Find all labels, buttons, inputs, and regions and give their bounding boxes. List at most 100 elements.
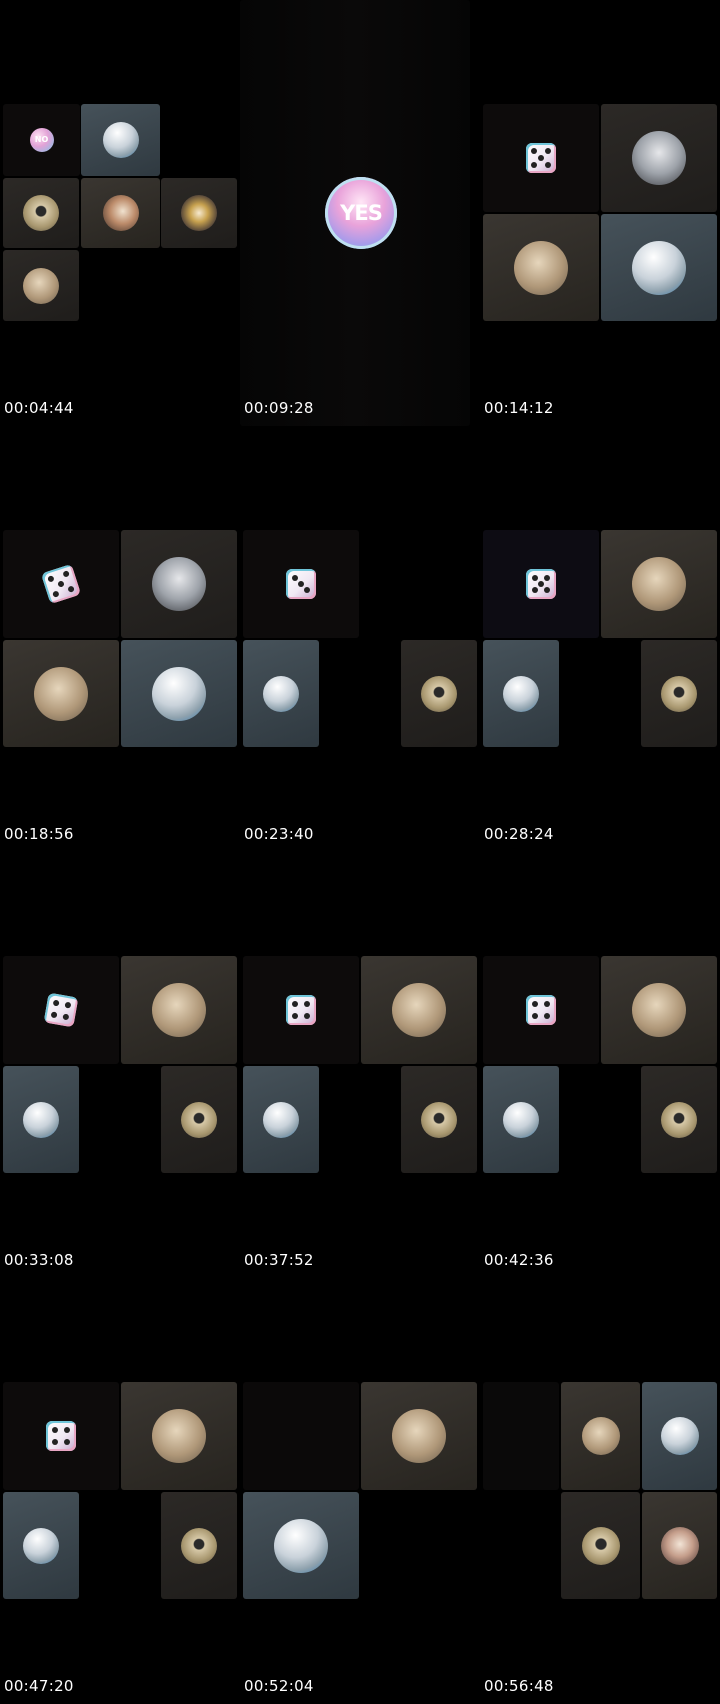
timestamp: 00:09:28	[244, 399, 314, 417]
frame-8	[240, 852, 480, 1278]
participant-avatar	[23, 1101, 59, 1138]
timestamp: 00:23:40	[244, 825, 314, 843]
video-tile	[642, 1492, 717, 1599]
frame-6	[480, 426, 720, 852]
frame-9	[480, 852, 720, 1278]
frame-10	[0, 1278, 240, 1704]
timestamp: 00:52:04	[244, 1677, 314, 1695]
participant-avatar	[581, 1526, 620, 1565]
no-badge-icon: NO	[29, 128, 54, 152]
video-tile	[243, 1382, 359, 1490]
frame-12	[480, 1278, 720, 1704]
video-tile	[483, 956, 599, 1064]
participant-avatar	[152, 666, 206, 721]
video-tile	[361, 956, 477, 1064]
dice-icon	[286, 569, 316, 599]
video-tile	[243, 1492, 359, 1599]
video-tile	[483, 104, 599, 212]
video-tile	[161, 1492, 237, 1599]
participant-avatar	[661, 1101, 697, 1138]
dice-icon	[526, 995, 556, 1025]
timestamp: 00:33:08	[4, 1251, 74, 1269]
participant-avatar	[263, 675, 299, 712]
participant-avatar	[152, 983, 206, 1037]
dice-icon	[286, 995, 316, 1025]
timestamp: 00:42:36	[484, 1251, 554, 1269]
video-tile	[243, 1066, 319, 1173]
video-tile	[243, 640, 319, 747]
video-tile	[161, 178, 237, 248]
video-tile	[601, 214, 717, 321]
participant-avatar	[274, 1518, 328, 1573]
participant-avatar	[581, 1417, 620, 1455]
timestamp: 00:18:56	[4, 825, 74, 843]
dice-icon	[46, 1421, 76, 1451]
participant-avatar	[23, 195, 59, 231]
participant-avatar	[152, 557, 206, 611]
video-tile	[3, 530, 119, 638]
participant-avatar	[102, 122, 139, 158]
video-tile	[81, 104, 160, 176]
frame-3	[480, 0, 720, 426]
participant-avatar	[152, 1409, 206, 1463]
dice-icon	[526, 143, 556, 173]
timestamp: 00:37:52	[244, 1251, 314, 1269]
video-tile	[561, 1382, 640, 1490]
participant-avatar	[263, 1101, 299, 1138]
dice-icon	[43, 992, 79, 1028]
participant-avatar	[632, 557, 686, 611]
frame-7	[0, 852, 240, 1278]
participant-avatar	[23, 267, 59, 304]
video-tile	[601, 104, 717, 212]
video-tile	[483, 1066, 559, 1173]
video-tile	[121, 956, 237, 1064]
dice-icon	[40, 563, 82, 605]
video-tile	[641, 1066, 717, 1173]
frame-11	[240, 1278, 480, 1704]
video-tile	[3, 1382, 119, 1490]
participant-avatar	[181, 1527, 217, 1564]
video-tile	[401, 640, 477, 747]
participant-avatar	[503, 1101, 539, 1138]
participant-avatar	[632, 131, 686, 185]
participant-avatar	[102, 195, 139, 231]
video-tile	[3, 956, 119, 1064]
video-tile	[641, 640, 717, 747]
timestamp: 00:47:20	[4, 1677, 74, 1695]
video-tile	[483, 1382, 559, 1490]
video-tile	[601, 956, 717, 1064]
video-tile	[3, 1066, 79, 1173]
participant-avatar	[632, 240, 686, 295]
video-tile	[483, 214, 599, 321]
video-tile	[121, 530, 237, 638]
participant-avatar	[660, 1417, 699, 1455]
participant-avatar	[632, 983, 686, 1037]
frame-1: NO	[0, 0, 240, 426]
video-tile	[561, 1492, 640, 1599]
frame-5	[240, 426, 480, 852]
participant-avatar	[23, 1527, 59, 1564]
participant-avatar	[181, 1101, 217, 1138]
participant-avatar	[34, 666, 88, 721]
participant-avatar	[421, 675, 457, 712]
video-tile	[601, 530, 717, 638]
video-tile	[3, 640, 119, 747]
participant-avatar	[503, 675, 539, 712]
video-tile	[161, 1066, 237, 1173]
video-tile	[243, 530, 359, 638]
video-tile	[81, 178, 160, 248]
timestamp: 00:28:24	[484, 825, 554, 843]
video-tile	[121, 640, 237, 747]
participant-avatar	[392, 1409, 446, 1463]
video-tile	[3, 250, 79, 321]
timestamp: 00:04:44	[4, 399, 74, 417]
video-tile	[3, 178, 79, 248]
yes-badge-icon: YES	[325, 177, 397, 249]
video-tile	[243, 956, 359, 1064]
participant-avatar	[661, 675, 697, 712]
participant-avatar	[421, 1101, 457, 1138]
dice-icon	[526, 569, 556, 599]
video-tile	[401, 1066, 477, 1173]
video-tile	[3, 1492, 79, 1599]
video-tile	[483, 640, 559, 747]
